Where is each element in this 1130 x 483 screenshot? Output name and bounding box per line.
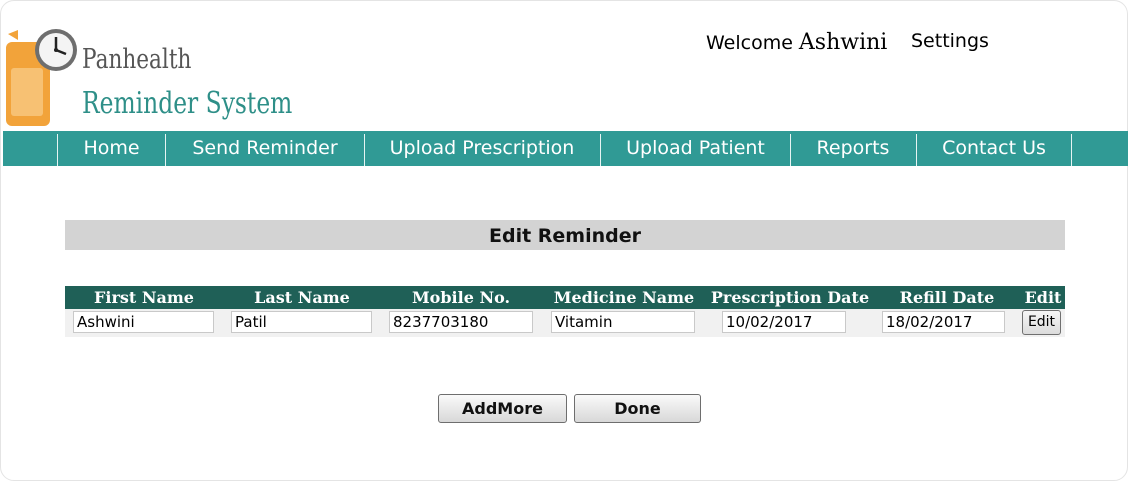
- add-more-button[interactable]: AddMore: [438, 394, 567, 423]
- settings-link[interactable]: Settings: [911, 30, 989, 52]
- column-header-medicine: Medicine Name: [553, 288, 695, 307]
- mobile-field[interactable]: 8237703180: [389, 311, 533, 333]
- table-header: First Name Last Name Mobile No. Medicine…: [65, 286, 1065, 309]
- nav-home[interactable]: Home: [58, 131, 165, 166]
- column-header-prescription-date: Prescription Date: [710, 288, 870, 307]
- edit-row-button[interactable]: Edit: [1022, 310, 1061, 335]
- nav-contact-us[interactable]: Contact Us: [917, 131, 1071, 166]
- welcome-label: Welcome: [706, 32, 793, 54]
- prescription-date-field[interactable]: 10/02/2017: [722, 311, 846, 333]
- table-row: Ashwini Patil 8237703180 Vitamin 10/02/2…: [65, 309, 1065, 337]
- medicine-field[interactable]: Vitamin: [551, 311, 695, 333]
- page-title: Edit Reminder: [65, 220, 1065, 250]
- column-header-refill-date: Refill Date: [899, 288, 995, 307]
- done-button[interactable]: Done: [574, 394, 701, 423]
- main-nav: Home Send Reminder Upload Prescription U…: [3, 131, 1128, 166]
- reminder-table: First Name Last Name Mobile No. Medicine…: [65, 286, 1065, 337]
- column-header-first-name: First Name: [94, 288, 194, 307]
- brand-name: Panhealth: [82, 44, 192, 75]
- nav-reports[interactable]: Reports: [791, 131, 915, 166]
- welcome-text: Welcome Ashwini: [706, 30, 887, 55]
- clock-phone-logo-icon: [6, 29, 77, 126]
- column-header-mobile: Mobile No.: [411, 288, 511, 307]
- nav-upload-patient[interactable]: Upload Patient: [601, 131, 790, 166]
- username: Ashwini: [798, 30, 888, 55]
- nav-separator: [1071, 134, 1072, 166]
- refill-date-field[interactable]: 18/02/2017: [882, 311, 1005, 333]
- nav-upload-prescription[interactable]: Upload Prescription: [365, 131, 599, 166]
- first-name-field[interactable]: Ashwini: [73, 311, 214, 333]
- column-header-edit: Edit: [1024, 288, 1062, 307]
- column-header-last-name: Last Name: [254, 288, 350, 307]
- nav-send-reminder[interactable]: Send Reminder: [166, 131, 364, 166]
- last-name-field[interactable]: Patil: [231, 311, 372, 333]
- brand-subtitle: Reminder System: [82, 86, 293, 121]
